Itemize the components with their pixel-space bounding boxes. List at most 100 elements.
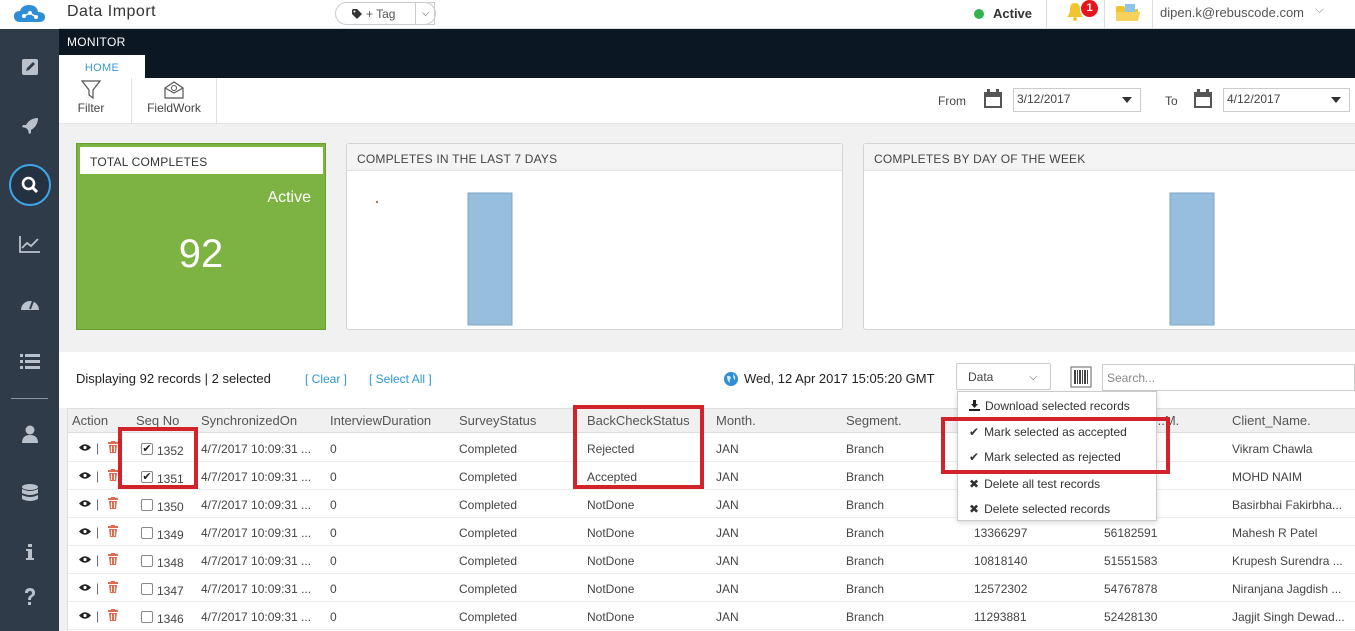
side-help[interactable] [0,577,59,617]
trash-icon[interactable] [108,525,118,537]
status-indicator: Active [974,6,1032,21]
side-database[interactable] [0,474,59,514]
rocket-icon [21,118,38,134]
row-checkbox[interactable] [141,583,153,595]
table-row[interactable]: | 1348 4/7/2017 10:09:31 ... 0 Completed NotD… [68,546,1355,574]
survey-status-cell: Completed [459,498,518,512]
col-10-cell: 52428130 [1104,610,1158,624]
user-menu[interactable]: dipen.k@rebuscode.com [1160,5,1304,20]
row-checkbox[interactable] [141,527,153,539]
select-all-link[interactable]: [ Select All ] [369,372,432,386]
divider: | [96,609,100,623]
eye-icon[interactable] [79,499,91,508]
by-day-chart [1169,192,1215,326]
trash-icon[interactable] [108,581,118,593]
table-row[interactable]: | 1346 4/7/2017 10:09:31 ... 0 Completed NotD… [68,602,1355,630]
col-synchronized-on[interactable]: SynchronizedOn [201,413,297,428]
menu-download-selected[interactable]: Download selected records [958,393,1156,418]
chevron-down-icon[interactable]: ⌵ [1315,2,1324,17]
calendar-icon[interactable] [1193,89,1213,109]
data-select-value: Data [968,370,994,384]
caret-down-icon [1331,97,1341,103]
toolbar: Filter FieldWork From 3/12/2017 To 4/12/… [59,78,1355,124]
search-input[interactable]: Search... [1102,364,1355,391]
folder-icon [1116,4,1140,21]
col-9-cell: 13366297 [974,526,1028,540]
last7-chart-card: COMPLETES IN THE LAST 7 DAYS [346,143,843,330]
side-dashboard[interactable] [0,284,59,324]
table-row[interactable]: | 1349 4/7/2017 10:09:31 ... 0 Completed NotD… [68,518,1355,546]
info-icon [25,544,34,560]
folder-button[interactable] [1115,2,1141,29]
menu-delete-test[interactable]: ✖ Delete all test records [958,471,1156,496]
clear-link[interactable]: [ Clear ] [305,372,347,386]
filter-label: Filter [77,101,105,115]
survey-status-cell: Completed [459,442,518,456]
notification-badge: 1 [1081,0,1098,17]
divider: | [96,525,100,539]
col-interview-duration[interactable]: InterviewDuration [330,413,431,428]
data-action-select[interactable]: Data ⌵ [956,363,1051,390]
eye-icon[interactable] [79,583,91,592]
to-date-select[interactable]: 4/12/2017 [1223,88,1350,112]
row-checkbox[interactable] [141,555,153,567]
app-logo[interactable] [0,0,59,29]
row-checkbox[interactable] [141,499,153,511]
eye-icon[interactable] [79,611,91,620]
survey-status-cell: Completed [459,470,518,484]
month-cell: JAN [716,470,739,484]
table-row[interactable]: | 1347 4/7/2017 10:09:31 ... 0 Completed NotD… [68,574,1355,602]
chart-point [376,201,378,203]
col-9-cell: 10818140 [974,554,1028,568]
client-name-cell: Krupesh Surendra ... [1232,554,1343,568]
col-seq-no[interactable]: Seq No [136,413,179,428]
side-search[interactable] [0,164,59,206]
duration-cell: 0 [330,526,337,540]
client-name-cell: MOHD NAIM [1232,470,1302,484]
eye-icon[interactable] [79,527,91,536]
menu-label: Delete selected records [984,501,1111,516]
synchronized-cell: 4/7/2017 10:09:31 ... [201,442,312,456]
col-action[interactable]: Action [72,413,108,428]
col-segment[interactable]: Segment. [846,413,902,428]
side-user[interactable] [0,414,59,454]
side-list[interactable] [0,342,59,382]
status-text: Active [993,6,1033,21]
side-edit[interactable] [0,47,59,87]
table-row[interactable]: | 1350 4/7/2017 10:09:31 ... 0 Completed NotD… [68,490,1355,518]
side-chart[interactable] [0,224,59,264]
fieldwork-button[interactable]: FieldWork [142,80,206,122]
from-date-value: 3/12/2017 [1017,92,1071,106]
trash-icon[interactable] [108,469,118,481]
trash-icon[interactable] [108,497,118,509]
by-day-chart-card: COMPLETES BY DAY OF THE WEEK [863,143,1355,330]
col-month[interactable]: Month. [716,413,756,428]
menu-label: Download selected records [985,398,1130,413]
col-client-name[interactable]: Client_Name. [1232,413,1311,428]
col-10-cell: 54767878 [1104,582,1158,596]
duration-cell: 0 [330,554,337,568]
row-checkbox[interactable] [141,611,153,623]
backcheck-status-cell: NotDone [587,554,635,568]
trash-icon[interactable] [108,609,118,621]
barcode-icon[interactable] [1070,366,1092,388]
last7-chart [376,192,513,326]
month-cell: JAN [716,526,739,540]
card-title: COMPLETES IN THE LAST 7 DAYS [347,144,842,171]
eye-icon[interactable] [79,555,91,564]
trash-icon[interactable] [108,441,118,453]
annotation-box-backcheck [573,405,704,489]
eye-icon[interactable] [79,443,91,452]
side-info[interactable] [0,532,59,572]
menu-delete-selected[interactable]: ✖ Delete selected records [958,496,1156,521]
col-survey-status[interactable]: SurveyStatus [459,413,536,428]
backcheck-status-cell: NotDone [587,610,635,624]
from-date-select[interactable]: 3/12/2017 [1013,88,1141,112]
eye-icon[interactable] [79,471,91,480]
trash-icon[interactable] [108,553,118,565]
calendar-icon[interactable] [983,89,1003,109]
filter-button[interactable]: Filter [76,80,106,122]
tab-home[interactable]: HOME [59,55,145,78]
side-rocket[interactable] [0,106,59,146]
chevron-down-icon: ⌵ [1029,372,1037,383]
